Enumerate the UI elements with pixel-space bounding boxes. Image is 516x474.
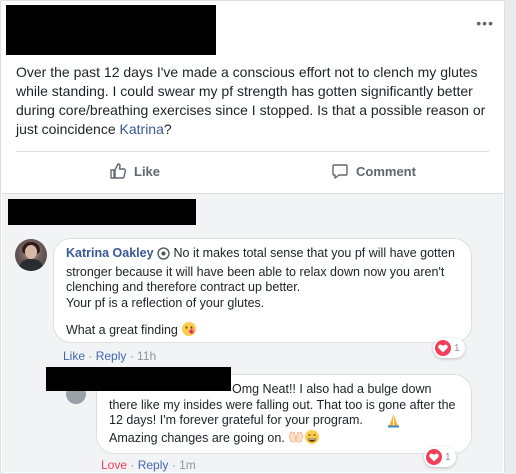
comment-bubble: Katrina Oakley No it makes total sense t… <box>53 238 472 343</box>
reply-text-line2: Amazing changes are going on. <box>109 430 289 445</box>
like-button[interactable]: Like <box>109 159 160 183</box>
praying-hands-emoji-icon <box>386 413 401 433</box>
post-body: Over the past 12 days I've made a consci… <box>16 63 494 139</box>
comment-author[interactable]: Katrina Oakley <box>66 246 154 260</box>
comment-icon <box>332 164 348 179</box>
reply-meta: Love · Reply · 1m <box>101 458 196 472</box>
comment-text-line3: What a great finding <box>66 323 182 337</box>
redacted-comment-header <box>8 199 196 225</box>
divider-comments <box>2 193 503 194</box>
comment-time[interactable]: 11h <box>137 349 156 363</box>
raised-hands-emoji-icon <box>288 430 304 450</box>
reply-reaction-badge[interactable]: 1 <box>424 447 456 467</box>
comment-meta: Like · Reply · 11h <box>63 349 157 363</box>
reply-time[interactable]: 1m <box>179 458 196 472</box>
comment-button[interactable]: Comment <box>331 159 416 183</box>
post-text-end: ? <box>163 121 172 137</box>
grin-emoji-icon <box>304 429 320 450</box>
reply-love-link[interactable]: Love <box>101 458 127 472</box>
reply-reaction-count: 1 <box>445 451 451 463</box>
heart-reaction-icon <box>435 340 451 356</box>
like-label: Like <box>134 163 161 179</box>
more-options-icon[interactable]: ••• <box>476 15 494 31</box>
thumbs-up-icon <box>110 163 127 179</box>
post-card: ••• Over the past 12 days I've made a co… <box>0 0 505 474</box>
reply-reply-link[interactable]: Reply <box>138 458 169 472</box>
divider-top <box>16 151 489 152</box>
mention-link[interactable]: Katrina <box>120 121 164 137</box>
comment-text-line2: Your pf is a reflection of your glutes. <box>66 295 265 310</box>
reaction-badge[interactable]: 1 <box>433 338 465 358</box>
smirk-emoji-icon <box>181 321 197 342</box>
reaction-count: 1 <box>454 342 460 354</box>
verified-dot-icon <box>157 247 170 265</box>
heart-reaction-icon <box>426 449 442 465</box>
post-text: Over the past 12 days I've made a consci… <box>16 64 486 137</box>
comment-reply-link[interactable]: Reply <box>96 349 127 363</box>
redacted-reply-author <box>46 367 231 391</box>
avatar[interactable] <box>15 239 47 271</box>
comment-label: Comment <box>356 163 416 179</box>
comment-like-link[interactable]: Like <box>63 349 85 363</box>
redacted-author-header <box>6 5 216 55</box>
